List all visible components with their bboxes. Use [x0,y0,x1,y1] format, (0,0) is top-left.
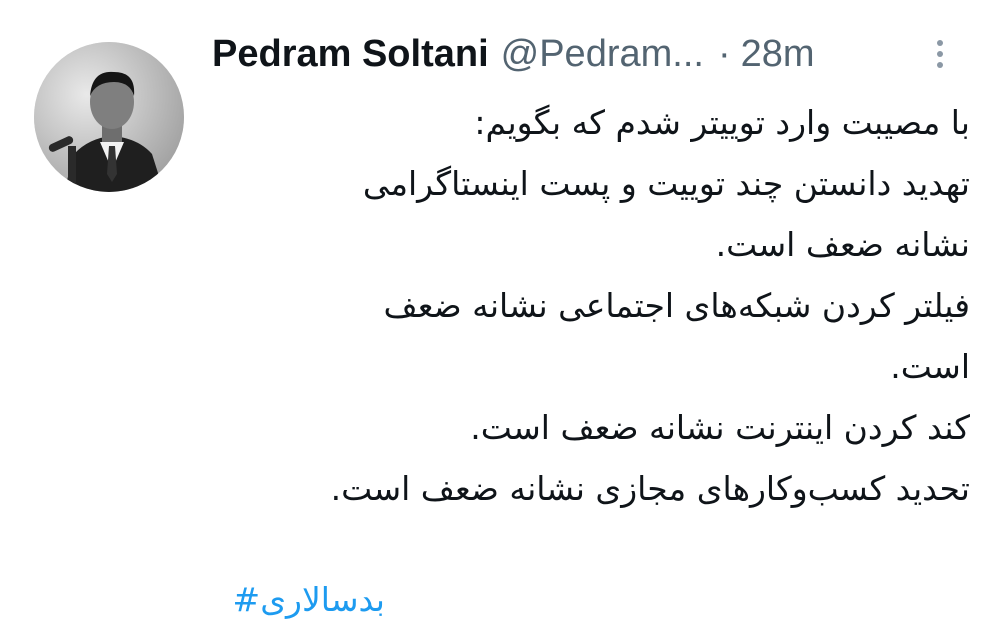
tweet-card[interactable]: Pedram Soltani @Pedram... · 28m با مصیبت… [0,0,1000,641]
user-handle[interactable]: @Pedram... [501,33,704,76]
display-name[interactable]: Pedram Soltani [212,33,489,76]
tweet-line: تحدید کسب‌وکارهای مجازی نشانه ضعف است. [330,469,970,508]
tweet-header: Pedram Soltani @Pedram... · 28m [212,26,972,82]
tweet-line: فیلتر کردن شبکه‌های اجتماعی نشانه ضعف [383,286,970,325]
tweet-line: کند کردن اینترنت نشانه ضعف است. [470,408,970,447]
hashtag-link[interactable]: بدسالاری# [205,570,385,630]
tweet-line: تهدید دانستن چند توییت و پست اینستاگرامی [362,164,970,203]
tweet-line: با مصیبت وارد توییتر شدم که بگویم: [474,103,970,142]
profile-photo-icon [34,42,184,192]
tweet-line: است. [890,347,970,386]
timestamp[interactable]: 28m [741,33,815,76]
avatar[interactable] [34,42,184,192]
more-vertical-icon[interactable] [930,34,950,74]
tweet-text: با مصیبت وارد توییتر شدم که بگویم: تهدید… [205,92,970,519]
tweet-line: نشانه ضعف است. [715,225,970,264]
separator-dot: · [717,32,731,75]
